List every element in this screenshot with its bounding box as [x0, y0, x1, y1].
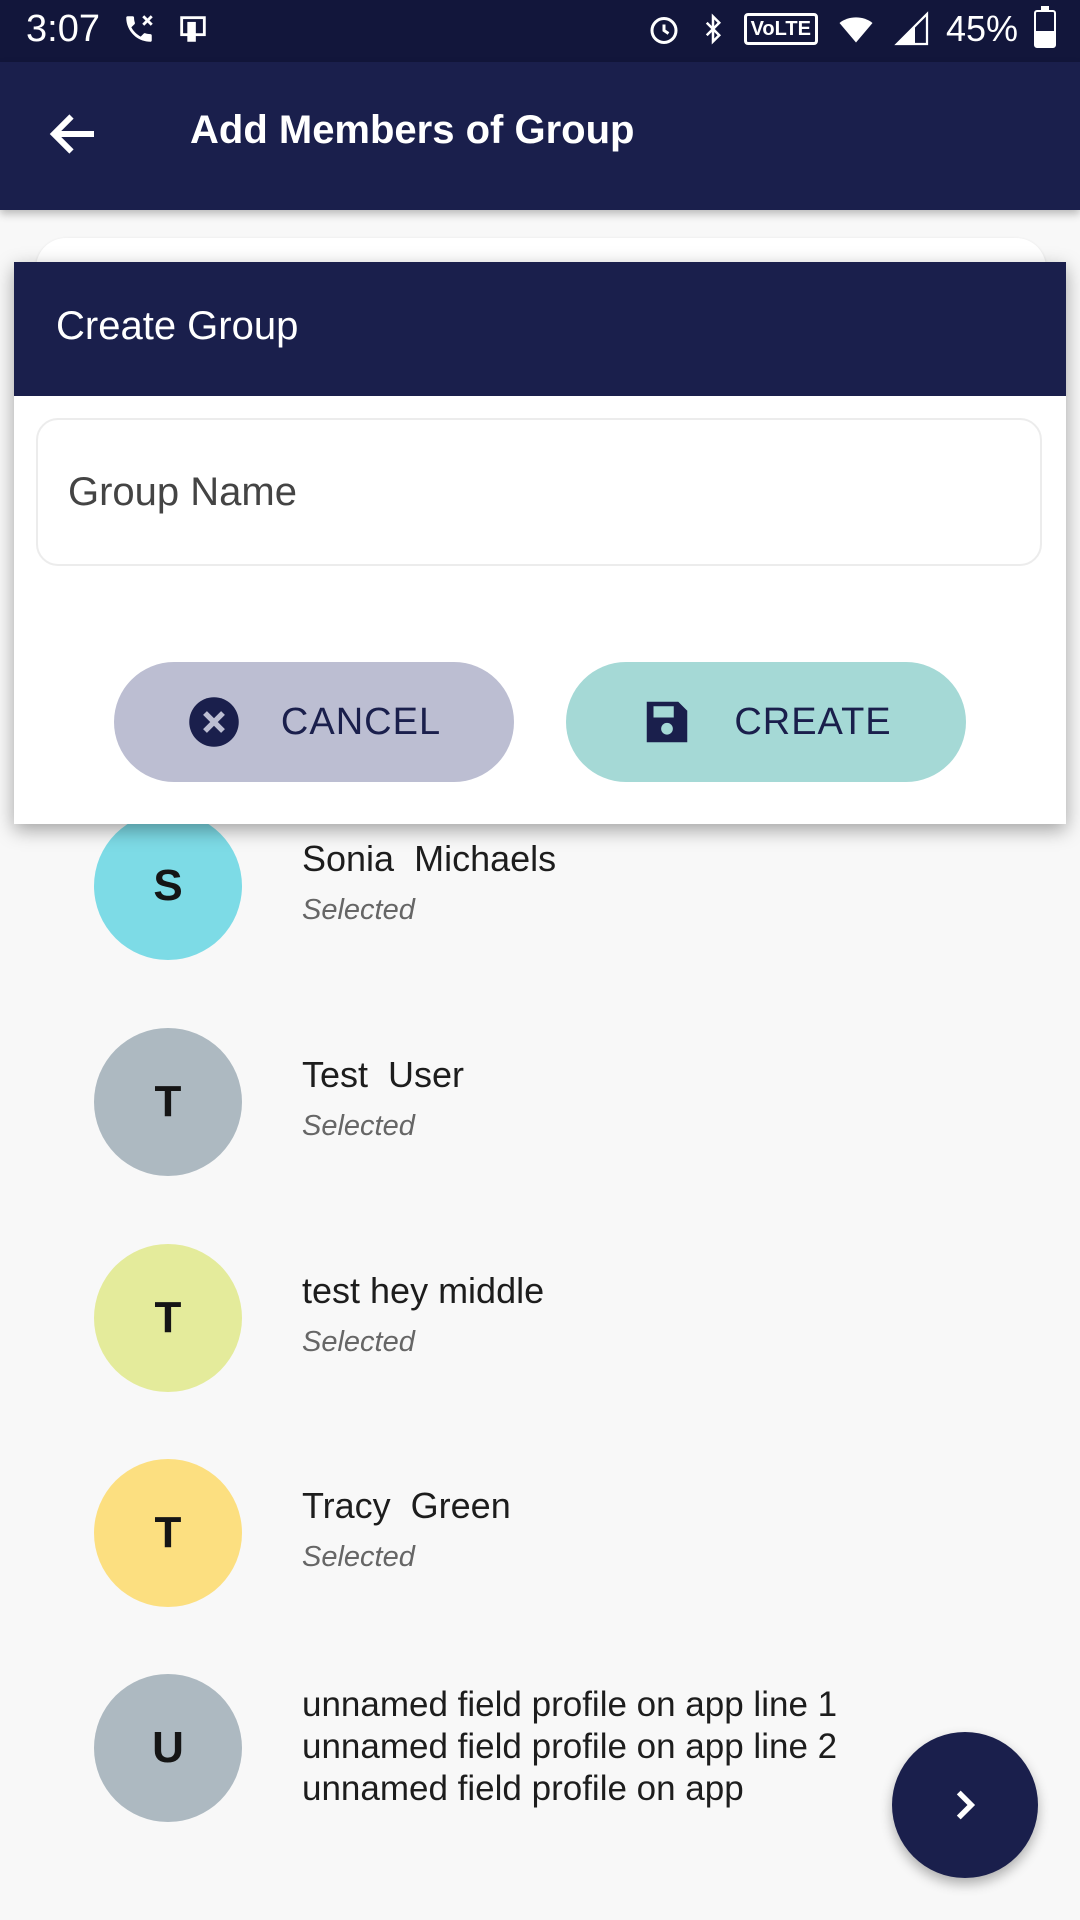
app-bar: Add Members of Group: [0, 62, 1080, 210]
group-name-input[interactable]: [36, 418, 1042, 566]
member-status: Selected: [302, 894, 415, 926]
avatar: T: [94, 1028, 242, 1176]
battery-icon: [1034, 6, 1056, 48]
status-bar: 3:07 VoLTE 45%: [0, 0, 1080, 62]
list-item[interactable]: T Test User Selected: [0, 1028, 1080, 1188]
volte-badge: VoLTE: [743, 13, 818, 45]
list-item[interactable]: T Tracy Green Selected: [0, 1459, 1080, 1619]
avatar: T: [94, 1244, 242, 1392]
cancel-circle-icon: [189, 697, 239, 747]
create-label: CREATE: [734, 700, 892, 743]
create-group-dialog: Create Group CANCEL CREATE: [14, 262, 1066, 824]
signal-icon: [894, 11, 929, 46]
status-time: 3:07: [26, 8, 100, 50]
dialog-header: Create Group: [14, 262, 1066, 396]
member-name: Tracy Green: [302, 1485, 511, 1526]
member-status: Selected: [302, 1110, 415, 1142]
next-button[interactable]: [892, 1732, 1038, 1878]
member-name: test hey middle: [302, 1270, 545, 1311]
member-name: Test User: [302, 1054, 465, 1095]
chevron-right-icon: [956, 1790, 976, 1820]
save-icon: [647, 701, 688, 743]
avatar: S: [94, 812, 242, 960]
cancel-button[interactable]: CANCEL: [114, 662, 514, 782]
member-name: unnamed field profile on app line 1 unna…: [302, 1684, 837, 1810]
create-button[interactable]: CREATE: [566, 662, 966, 782]
member-name: Sonia Michaels: [302, 838, 557, 879]
list-item[interactable]: T test hey middle Selected: [0, 1244, 1080, 1404]
member-name-line: unnamed field profile on app line 1: [302, 1685, 838, 1724]
avatar: T: [94, 1459, 242, 1607]
member-status: Selected: [302, 1541, 415, 1573]
dialog-title: Create Group: [56, 304, 299, 348]
missed-call-icon: [126, 15, 153, 42]
battery-percent: 45%: [945, 8, 1018, 49]
wifi-icon: [839, 17, 873, 43]
page-title: Add Members of Group: [190, 108, 635, 152]
avatar: U: [94, 1674, 242, 1822]
member-status: Selected: [302, 1326, 415, 1358]
member-name-line: unnamed field profile on app line 2: [302, 1727, 838, 1766]
cancel-label: CANCEL: [280, 700, 442, 743]
alarm-icon: [650, 17, 678, 44]
member-name-line: unnamed field profile on app: [302, 1769, 744, 1808]
bluetooth-icon: [705, 13, 721, 45]
device-icon: [180, 16, 206, 42]
list-item[interactable]: S Sonia Michaels Selected: [0, 812, 1080, 972]
back-arrow-icon[interactable]: [44, 104, 104, 164]
